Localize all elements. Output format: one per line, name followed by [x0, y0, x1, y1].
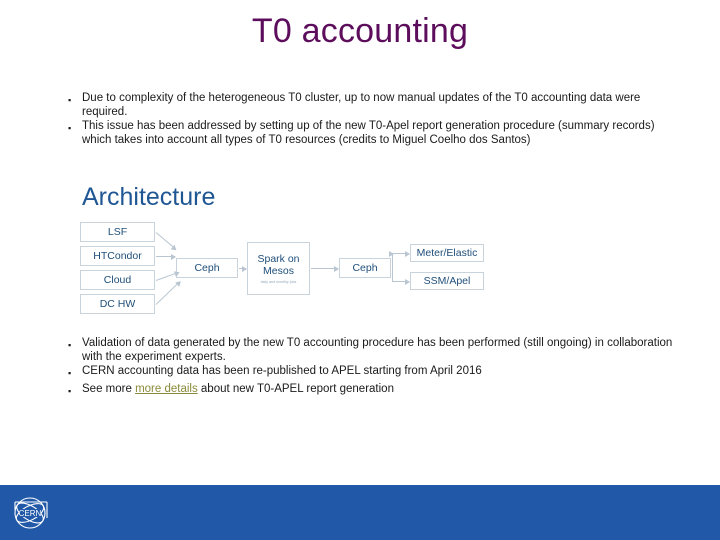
bullet-marker-icon: ▪ — [68, 95, 72, 105]
bullet-text: CERN accounting data has been re-publish… — [82, 365, 482, 378]
bullet-text: Due to complexity of the heterogeneous T… — [82, 92, 641, 118]
node-label: Ceph — [352, 262, 378, 274]
node-label: Meter/Elastic — [416, 247, 478, 259]
diagram-arrow-ceph2-to-ssm — [392, 278, 410, 285]
node-label: Cloud — [103, 274, 132, 286]
cern-logo-text: CERN — [19, 509, 42, 518]
bullet-marker-icon: ▪ — [68, 340, 72, 350]
diagram-node-cloud: Cloud — [80, 270, 155, 290]
bullet-marker-icon: ▪ — [68, 368, 72, 379]
more-details-link[interactable]: more details — [135, 383, 198, 395]
architecture-heading: Architecture — [82, 183, 216, 211]
page-title: T0 accounting — [251, 12, 469, 50]
diagram-arrow-cloud-to-ceph — [155, 271, 179, 281]
bullet-marker-icon: ▪ — [68, 386, 72, 397]
diagram-node-meter-elastic: Meter/Elastic — [410, 244, 484, 262]
diagram-node-lsf: LSF — [80, 222, 155, 242]
diagram-node-dc-hw: DC HW — [80, 294, 155, 314]
bottom-bullet-list: ▪ Validation of data generated by the ne… — [62, 337, 682, 401]
bullet-marker-icon: ▪ — [68, 123, 72, 134]
diagram-arrow-spark-to-ceph2 — [311, 265, 339, 272]
presentation-slide: T0 accounting ▪ Due to complexity of the… — [0, 0, 720, 540]
diagram-arrow-dchw-to-ceph — [155, 281, 181, 305]
diagram-arrow-lsf-to-ceph — [155, 232, 177, 250]
node-label: LSF — [107, 226, 128, 238]
diagram-node-ceph-output: Ceph — [339, 258, 391, 278]
top-bullet-list: ▪ Due to complexity of the heterogeneous… — [62, 92, 682, 148]
diagram-node-ceph-ingest: Ceph — [176, 258, 238, 278]
diagram-arrow-ceph2-to-meter — [392, 250, 410, 257]
node-label: Ceph — [194, 262, 220, 274]
diagram-node-ssm-apel: SSM/Apel — [410, 272, 484, 290]
footer-bar: CERN — [0, 485, 720, 540]
list-item: ▪ CERN accounting data has been re-publi… — [62, 365, 682, 382]
bullet-text: Validation of data generated by the new … — [82, 337, 673, 363]
node-label-line1: Spark on — [257, 252, 300, 265]
diagram-node-spark-on-mesos: Spark on Mesos daily and monthly jobs — [247, 242, 310, 295]
node-sublabel: daily and monthly jobs — [260, 279, 297, 284]
list-item: ▪ See more more details about new T0-APE… — [62, 383, 682, 400]
bullet-text-with-link: See more more details about new T0-APEL … — [82, 383, 682, 397]
list-item: ▪ Due to complexity of the heterogeneous… — [62, 92, 682, 119]
diagram-arrow-htcondor-to-ceph — [156, 253, 176, 260]
diagram-branch-line — [389, 250, 394, 282]
node-label: DC HW — [99, 298, 136, 310]
node-label: HTCondor — [93, 250, 142, 262]
diagram-arrow-ceph-to-spark — [239, 265, 247, 272]
architecture-figure: Architecture LSF HTCondor Cloud DC HW Ce… — [62, 182, 662, 330]
cern-logo-icon: CERN — [14, 497, 48, 529]
node-label-line2: Mesos — [263, 264, 294, 277]
list-item: ▪ This issue has been addressed by setti… — [62, 120, 682, 147]
list-item: ▪ Validation of data generated by the ne… — [62, 337, 682, 364]
architecture-diagram: LSF HTCondor Cloud DC HW Ceph Spark on M… — [62, 222, 662, 327]
bullet-text: This issue has been addressed by setting… — [82, 120, 655, 146]
diagram-node-htcondor: HTCondor — [80, 246, 155, 266]
bullet-text-before: See more — [82, 383, 136, 396]
bullet-text-after: about new T0-APEL report generation — [197, 383, 394, 396]
node-label: SSM/Apel — [423, 275, 471, 287]
